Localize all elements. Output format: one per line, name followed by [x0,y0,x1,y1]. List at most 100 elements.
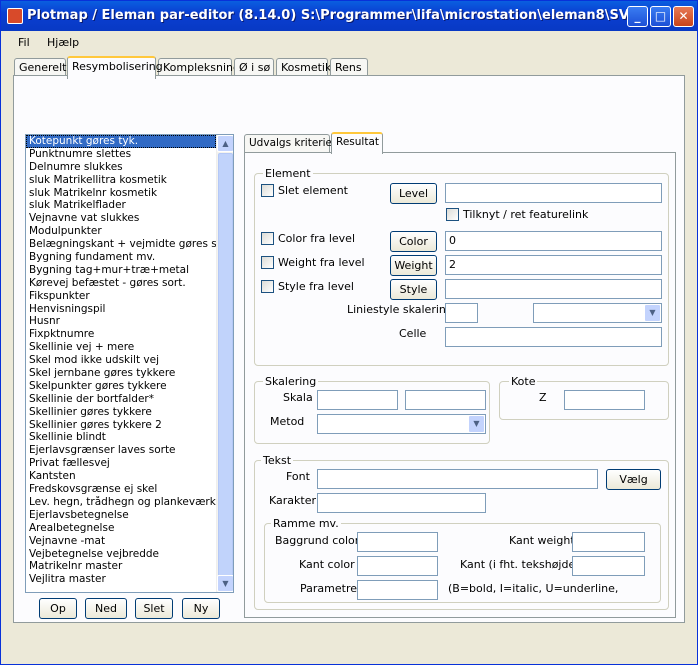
linestyle-combo[interactable]: ▼ [533,303,662,323]
font-field[interactable] [317,469,598,489]
style-button[interactable]: Style [390,279,437,300]
parameters-field[interactable] [357,580,438,600]
list-item[interactable]: Punktnumre slettes [26,148,216,161]
close-button[interactable]: ✕ [673,6,694,27]
list-item[interactable]: Husnr [26,315,216,328]
list-item[interactable]: Ejerlavsgrænser laves sorte [26,444,216,457]
new-button[interactable]: Ny [182,598,220,619]
character-field[interactable] [317,493,486,513]
font-label: Font [286,470,310,483]
list-item[interactable]: Skelpunkter gøres tykkere [26,380,216,393]
featurelink-label: Tilknyt / ret featurelink [463,208,589,221]
app-icon [7,8,23,24]
list-item[interactable]: Vejbetegnelse vejbredde [26,548,216,561]
list-item[interactable]: sluk Matrikellitra kosmetik [26,174,216,187]
weight-from-level-label: Weight fra level [278,256,365,269]
list-item[interactable]: Matrikelnr master [26,560,216,573]
z-field[interactable] [564,390,645,410]
edge-text-height-label: Kant (i fht. tekshøjde) [460,558,580,571]
tab-resymbolisering[interactable]: Resymbolisering [67,56,163,79]
list-item[interactable]: Skel mod ikke udskilt vej [26,354,216,367]
parameters-hint: (B=bold, I=italic, U=underline, [448,582,619,595]
list-item[interactable]: Fredskovsgrænse ej skel [26,483,216,496]
maximize-button[interactable]: □ [650,6,671,27]
menu-bar: Fil Hjælp [1,31,697,53]
chevron-down-icon[interactable]: ▼ [468,415,485,433]
list-item[interactable]: Bygning tag+mur+træ+metal [26,264,216,277]
level-field[interactable] [445,183,662,203]
chevron-down-icon[interactable]: ▼ [644,304,661,322]
list-item[interactable]: sluk Matrikelflader [26,199,216,212]
move-up-button[interactable]: Op [39,598,77,619]
edge-color-label: Kant color [299,558,355,571]
menu-help[interactable]: Hjælp [47,36,79,49]
tab-udvalgs-kriterier[interactable]: Udvalgs kriterier [244,134,336,153]
color-button[interactable]: Color [390,231,437,252]
weight-field[interactable]: 2 [445,255,662,275]
color-from-level-checkbox[interactable] [261,232,274,245]
weight-from-level-checkbox[interactable] [261,256,274,269]
text-group-label: Tekst [261,454,294,467]
list-item[interactable]: Arealbetegnelse [26,522,216,535]
delete-element-checkbox[interactable] [261,184,274,197]
parameters-label: Parametre [300,582,357,595]
list-item[interactable]: Vejnavne -mat [26,535,216,548]
linestyle-scale-field[interactable] [445,303,478,323]
list-scrollbar[interactable]: ▲ ▼ [216,135,233,592]
weight-button[interactable]: Weight [390,255,437,276]
edge-text-height-field[interactable] [572,556,645,576]
list-item[interactable]: Henvisningspil [26,303,216,316]
list-item[interactable]: Vejnavne vat slukkes [26,212,216,225]
list-item[interactable]: Privat fællesvej [26,457,216,470]
method-combo[interactable]: ▼ [317,414,486,434]
edge-color-field[interactable] [357,556,438,576]
list-item[interactable]: Bygning fundament mv. [26,251,216,264]
method-label: Metod [270,415,305,428]
list-item[interactable]: Kotepunkt gøres tyk. [26,135,216,148]
list-item[interactable]: Lev. hegn, trådhegn og plankeværk [26,496,216,509]
list-item[interactable]: Modulpunkter [26,225,216,238]
cell-label: Celle [399,327,427,340]
tab-resultat[interactable]: Resultat [331,132,383,154]
list-item[interactable]: Skellinier gøres tykkere [26,406,216,419]
level-button[interactable]: Level [390,183,437,204]
list-item[interactable]: Fixpktnumre [26,328,216,341]
scroll-up-icon[interactable]: ▲ [217,135,233,152]
choose-font-button[interactable]: Vælg [606,469,661,490]
list-item[interactable]: Belægningskant + vejmidte gøres sort, [26,238,216,251]
style-from-level-checkbox[interactable] [261,280,274,293]
featurelink-checkbox[interactable] [446,208,459,221]
list-item[interactable]: Skellinie vej + mere [26,341,216,354]
scale-y-field[interactable] [405,390,486,410]
list-item[interactable]: sluk Matrikelnr kosmetik [26,187,216,200]
delete-element-label: Slet element [278,184,348,197]
list-item[interactable]: Ejerlavsbetegnelse [26,509,216,522]
list-item[interactable]: Kantsten [26,470,216,483]
list-item[interactable]: Delnumre slukkes [26,161,216,174]
cell-field[interactable] [445,327,662,347]
list-item[interactable]: Fikspunkter [26,290,216,303]
scroll-thumb[interactable] [218,153,233,585]
scale-x-field[interactable] [317,390,398,410]
rule-list[interactable]: Kotepunkt gøres tyk. Punktnumre slettes De… [25,134,234,593]
menu-file[interactable]: Fil [18,36,30,49]
list-item[interactable]: Skellinier gøres tykkere 2 [26,419,216,432]
scroll-down-icon[interactable]: ▼ [217,575,233,592]
delete-button[interactable]: Slet [135,598,173,619]
list-item[interactable]: Skel jernbane gøres tykkere [26,367,216,380]
list-item[interactable]: Skellinie der bortfalder* [26,393,216,406]
move-down-button[interactable]: Ned [85,598,127,619]
title-bar[interactable]: Plotmap / Eleman par-editor (8.14.0) S:\… [1,1,697,31]
list-item[interactable]: Vejlitra master [26,573,216,586]
element-group-label: Element [263,167,313,180]
edge-weight-field[interactable] [572,532,645,552]
edge-weight-label: Kant weight [509,534,575,547]
minimize-button[interactable]: _ [627,6,648,27]
color-field[interactable]: 0 [445,231,662,251]
frame-group-label: Ramme mv. [271,517,341,530]
bg-color-field[interactable] [357,532,438,552]
scale-label: Skala [283,391,313,404]
list-item[interactable]: Kørevej befæstet - gøres sort. [26,277,216,290]
style-field[interactable] [445,279,662,299]
list-item[interactable]: Skellinie blindt [26,431,216,444]
